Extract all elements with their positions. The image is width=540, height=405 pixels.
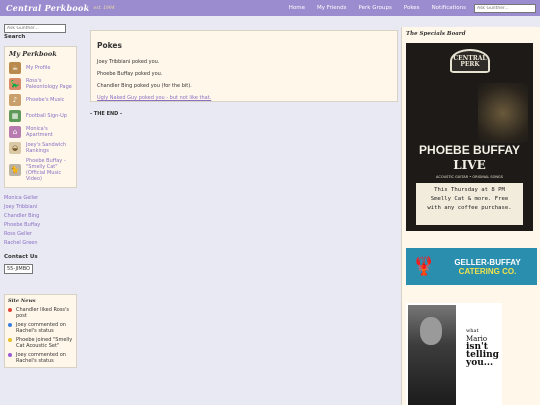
news-text: Joey commented on Rachel's status: [16, 322, 66, 334]
news-item: Joey commented on Rachel's status: [8, 352, 73, 364]
catering-line: CATERING CO.: [458, 266, 517, 276]
stage-light-image: [478, 83, 528, 143]
catering-line: GELLER-BUFFAY: [454, 257, 521, 267]
sidebar-item-label: Phoebe Buffay - "Smelly Cat" (Official M…: [26, 158, 66, 182]
top-navigation-bar: Central Perkbook est. 1994 Home My Frien…: [0, 0, 540, 16]
status-dot-icon: [8, 353, 12, 357]
poster-live: LIVE: [453, 158, 486, 172]
top-search-input[interactable]: [474, 3, 536, 13]
specials-board-title: The Specials Board: [406, 31, 466, 37]
my-perkbook-title: My Perkbook: [9, 50, 57, 58]
sidebar-item-smelly-cat-video[interactable]: 🐈 Phoebe Buffay - "Smelly Cat" (Official…: [9, 158, 72, 182]
friend-link[interactable]: Phoebe Buffay: [4, 221, 84, 230]
search-button[interactable]: Search: [4, 34, 84, 40]
brand-est-label: est. 1994: [93, 5, 115, 11]
sidebar-item-label: Joey's Sandwich Rankings: [26, 142, 67, 154]
football-icon: ▦: [9, 110, 21, 122]
news-item: Joey commented on Rachel's status: [8, 322, 73, 334]
my-perkbook-panel: My Perkbook ☕ My Profile 🦕 Ross's Paleon…: [4, 46, 77, 188]
card-line: This Thursday at 8 PM: [434, 187, 505, 193]
news-text: Chandler liked Ross's post: [16, 307, 70, 319]
nav-perk-groups[interactable]: Perk Groups: [359, 5, 392, 11]
status-dot-icon: [8, 338, 12, 342]
sidebar-search-input[interactable]: [4, 24, 66, 33]
poke-link[interactable]: Ugly Naked Guy poked you - but not like …: [97, 95, 211, 101]
sidebar-item-label: Monica's Apartment: [26, 126, 53, 138]
friend-link[interactable]: Rachel Green: [4, 239, 84, 248]
cat-icon: 🐈: [9, 164, 21, 176]
phoebe-live-ad[interactable]: CENTRAL PERK PHOEBE BUFFAY LIVE ACOUSTIC…: [406, 43, 533, 231]
main-nav: Home My Friends Perk Groups Pokes Notifi…: [277, 3, 540, 13]
brand-logo[interactable]: Central Perkbook: [6, 3, 89, 13]
specials-board: The Specials Board CENTRAL PERK PHOEBE B…: [401, 27, 540, 405]
poke-item: Phoebe Buffay poked you.: [97, 71, 163, 77]
friends-list: Monica Geller Joey Tribbiani Chandler Bi…: [4, 194, 84, 248]
news-item: Phoebe joined "Smelly Cat Acoustic Set": [8, 337, 73, 349]
pokes-panel: Pokes Joey Tribbiani poked you. Phoebe B…: [90, 30, 398, 102]
end-marker: - THE END -: [90, 111, 123, 117]
central-perk-sign: CENTRAL PERK: [450, 49, 490, 73]
poster-details-card: This Thursday at 8 PM Smelly Cat & more.…: [416, 183, 523, 225]
status-dot-icon: [8, 308, 12, 312]
left-sidebar: Search My Perkbook ☕ My Profile 🦕 Ross's…: [4, 24, 84, 368]
poster-headline: PHOEBE BUFFAY: [419, 143, 520, 157]
apartment-icon: ⌂: [9, 126, 21, 138]
card-line: with any coffee purchase.: [427, 205, 512, 211]
lobster-icon: 🦞: [412, 256, 436, 277]
mario-line: you...: [466, 358, 494, 368]
sidebar-item-phoebes-music[interactable]: ♪ Phoebe's Music: [9, 94, 72, 106]
nav-home[interactable]: Home: [289, 5, 305, 11]
mario-ad[interactable]: what Mario isn't telling you...: [406, 303, 502, 405]
sidebar-item-my-profile[interactable]: ☕ My Profile: [9, 62, 72, 74]
news-text: Phoebe joined "Smelly Cat Acoustic Set": [16, 337, 73, 349]
dinosaur-icon: 🦕: [9, 78, 21, 90]
nav-my-friends[interactable]: My Friends: [317, 5, 347, 11]
sidebar-item-football-signup[interactable]: ▦ Football Sign-Up: [9, 110, 72, 122]
sandwich-icon: ◒: [9, 142, 21, 154]
friend-link[interactable]: Joey Tribbiani: [4, 203, 84, 212]
nav-notifications[interactable]: Notifications: [432, 5, 466, 11]
news-item: Chandler liked Ross's post: [8, 307, 73, 319]
status-dot-icon: [8, 323, 12, 327]
news-text: Joey commented on Rachel's status: [16, 352, 66, 364]
page-title: Pokes: [97, 41, 122, 50]
friend-link[interactable]: Chandler Bing: [4, 212, 84, 221]
sidebar-item-label: My Profile: [26, 65, 51, 71]
sidebar-item-monicas-apartment[interactable]: ⌂ Monica's Apartment: [9, 126, 72, 138]
poke-item: Joey Tribbiani poked you.: [97, 59, 160, 65]
site-news-panel: Site News Chandler liked Ross's post Joe…: [4, 294, 77, 368]
friend-link[interactable]: Ross Geller: [4, 230, 84, 239]
card-line: Smelly Cat & more. Free: [430, 196, 509, 202]
mario-photo-image: [408, 305, 456, 405]
sign-line: PERK: [460, 61, 480, 68]
guitar-icon: ♪: [9, 94, 21, 106]
sidebar-item-label: Football Sign-Up: [26, 113, 67, 119]
poke-item: Chandler Bing poked you (for the bit).: [97, 83, 192, 89]
nav-pokes[interactable]: Pokes: [404, 5, 420, 11]
coffee-cup-icon: ☕: [9, 62, 21, 74]
catering-ad[interactable]: 🦞 GELLER-BUFFAY CATERING CO.: [406, 248, 537, 285]
site-news-title: Site News: [8, 298, 36, 304]
contact-phone-button[interactable]: 55-JIMBO: [4, 264, 33, 274]
mario-line: what: [466, 328, 479, 334]
contact-heading: Contact Us: [4, 254, 38, 260]
sidebar-item-paleontology[interactable]: 🦕 Ross's Paleontology Page: [9, 78, 72, 90]
sidebar-item-sandwich-rankings[interactable]: ◒ Joey's Sandwich Rankings: [9, 142, 72, 154]
sidebar-item-label: Phoebe's Music: [26, 97, 65, 103]
sidebar-item-label: Ross's Paleontology Page: [26, 78, 72, 90]
friend-link[interactable]: Monica Geller: [4, 194, 84, 203]
mario-ad-text: what Mario isn't telling you...: [466, 327, 502, 368]
poster-subtitle: ACOUSTIC GUITAR • ORIGINAL SONGS: [436, 175, 503, 179]
